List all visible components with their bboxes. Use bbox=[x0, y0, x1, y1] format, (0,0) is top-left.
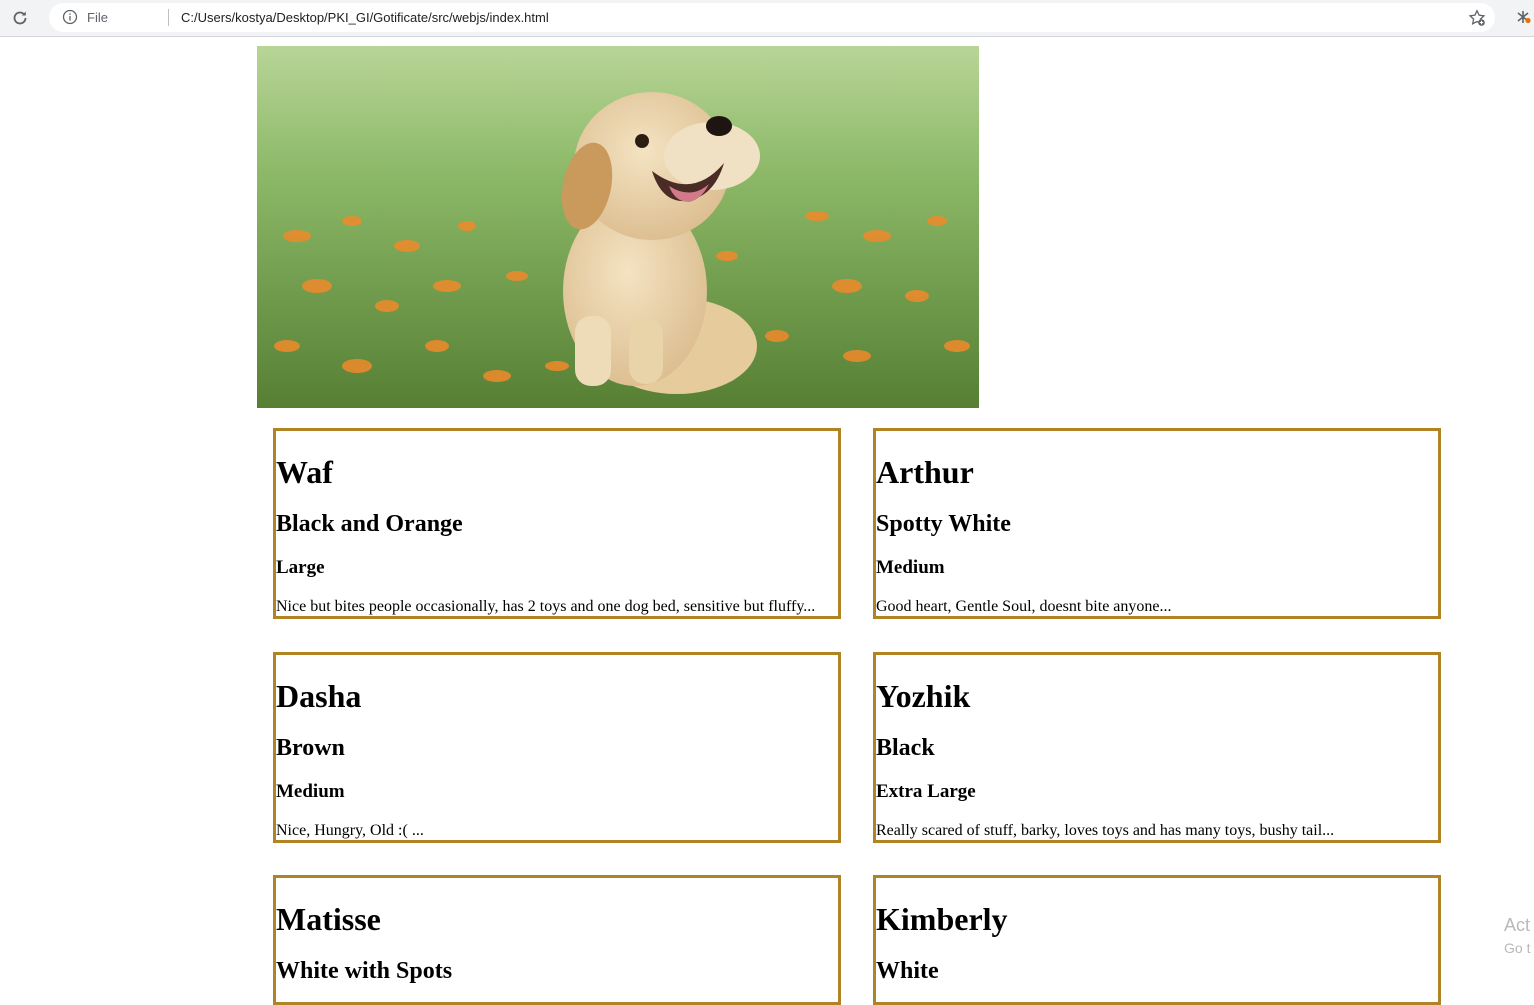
reload-icon[interactable] bbox=[9, 7, 31, 29]
dog-size: Medium bbox=[876, 557, 945, 578]
dog-card: Waf Black and Orange Large Nice but bite… bbox=[273, 428, 841, 619]
dog-name: Kimberly bbox=[876, 901, 1008, 937]
dog-card: Dasha Brown Medium Nice, Hungry, Old :( … bbox=[273, 652, 841, 843]
url-text[interactable]: C:/Users/kostya/Desktop/PKI_GI/Gotificat… bbox=[181, 9, 549, 26]
dog-color: Black bbox=[876, 735, 935, 761]
dog-name: Dasha bbox=[276, 678, 362, 714]
dog-name: Arthur bbox=[876, 454, 974, 490]
extension-icon[interactable] bbox=[1514, 8, 1532, 26]
address-bar[interactable]: File C:/Users/kostya/Desktop/PKI_GI/Goti… bbox=[49, 3, 1495, 32]
activation-watermark-subtitle: Go t bbox=[1504, 940, 1531, 956]
dog-name: Yozhik bbox=[876, 678, 971, 714]
dog-color: Brown bbox=[276, 735, 345, 761]
dog-description: Nice, Hungry, Old :( ... bbox=[276, 822, 424, 839]
dog-card: Kimberly White bbox=[873, 875, 1441, 1005]
dog-description: Good heart, Gentle Soul, doesnt bite any… bbox=[876, 598, 1172, 615]
dog-card: Yozhik Black Extra Large Really scared o… bbox=[873, 652, 1441, 843]
info-icon[interactable] bbox=[62, 9, 78, 25]
puppy-image bbox=[257, 46, 979, 408]
dog-color: White with Spots bbox=[276, 958, 453, 984]
bookmark-star-icon[interactable] bbox=[1468, 9, 1486, 27]
dog-color: White bbox=[876, 958, 939, 984]
dog-color: Black and Orange bbox=[276, 511, 463, 537]
dog-card: Matisse White with Spots bbox=[273, 875, 841, 1005]
dog-name: Matisse bbox=[276, 901, 381, 937]
dog-name: Waf bbox=[276, 454, 333, 490]
dog-size: Large bbox=[276, 557, 325, 578]
dog-description: Nice but bites people occasionally, has … bbox=[276, 598, 816, 615]
activation-watermark-title: Act bbox=[1504, 915, 1531, 935]
divider bbox=[168, 9, 169, 26]
dog-size: Medium bbox=[276, 781, 345, 802]
dog-size: Extra Large bbox=[876, 781, 976, 802]
dog-description: Really scared of stuff, barky, loves toy… bbox=[876, 822, 1335, 839]
scheme-label: File bbox=[87, 10, 108, 25]
dog-card: Arthur Spotty White Medium Good heart, G… bbox=[873, 428, 1441, 619]
dog-color: Spotty White bbox=[876, 511, 1011, 537]
browser-toolbar: File C:/Users/kostya/Desktop/PKI_GI/Goti… bbox=[0, 0, 1534, 37]
